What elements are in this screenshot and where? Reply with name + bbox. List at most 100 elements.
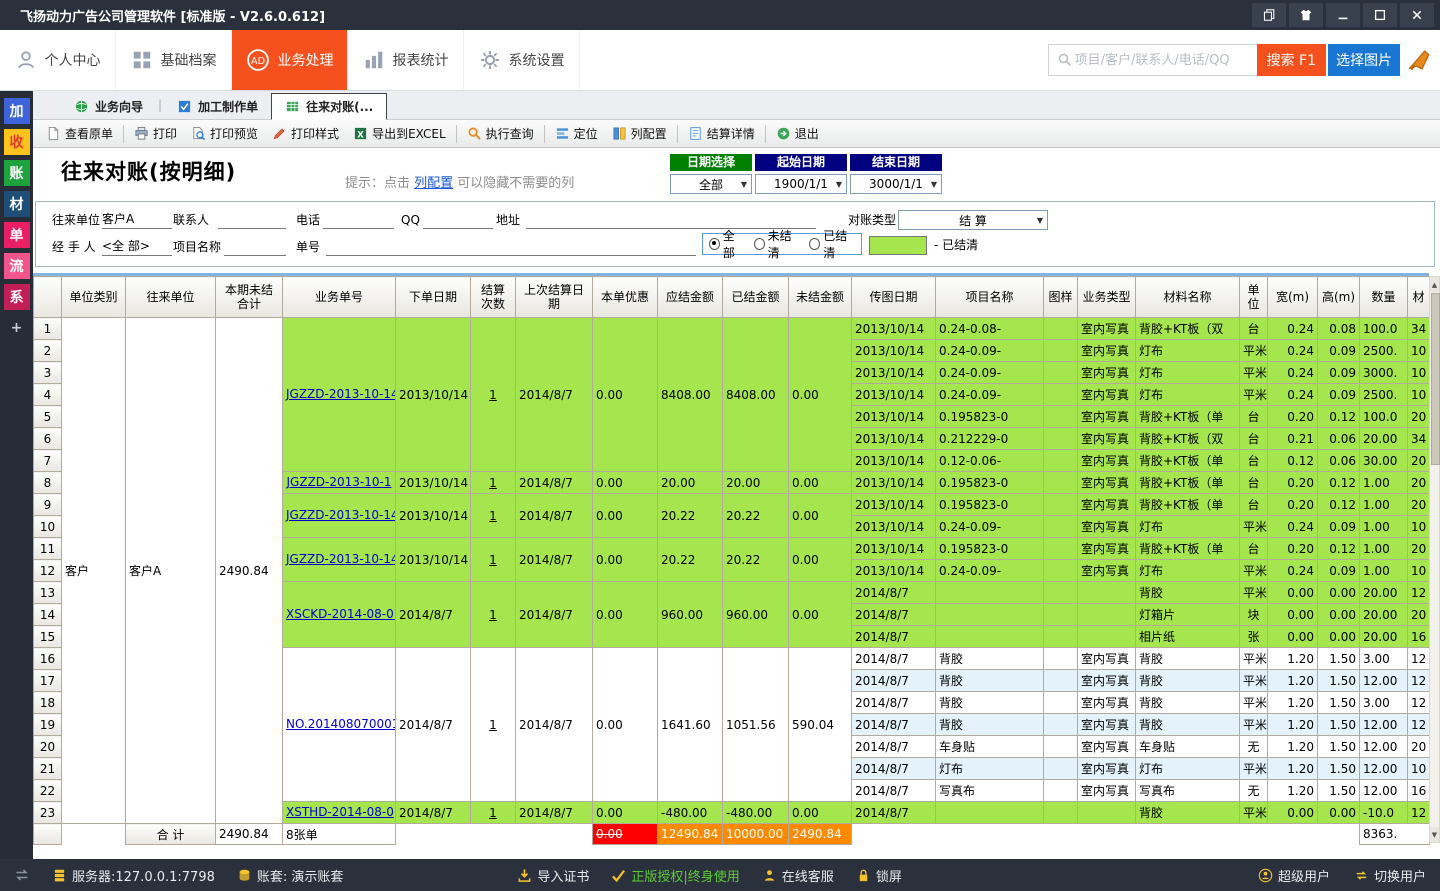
cell-order-no[interactable]: XSTHD-2014-08-0 <box>283 802 396 824</box>
cell-unit: 平米 <box>1240 362 1268 384</box>
pick-image-button[interactable]: 选择图片 <box>1328 44 1400 76</box>
radio-已结清[interactable]: 已结清 <box>809 227 855 261</box>
status-导入证书[interactable]: 导入证书 <box>517 866 589 885</box>
status-锁屏[interactable]: 锁屏 <box>856 866 902 885</box>
handler-field[interactable]: <全 部> <box>102 238 172 256</box>
nav-tab-个人中心[interactable]: 个人中心 <box>0 30 116 90</box>
cell-settle-times[interactable]: 1 <box>471 494 516 538</box>
order-no-link[interactable]: XSTHD-2014-08-0 <box>286 805 394 819</box>
cell-order-no[interactable]: NO.201408070001 <box>283 648 396 802</box>
toolbar-button-结算详情[interactable]: 结算详情 <box>681 122 762 146</box>
scroll-up-icon[interactable]: ▲ <box>1430 277 1439 292</box>
date-filter-select[interactable]: 3000/1/1▼ <box>850 174 942 194</box>
cell-settle-times[interactable]: 1 <box>471 538 516 582</box>
cell-order-no[interactable]: JGZZD-2013-10-14-008 <box>283 494 396 538</box>
nav-tab-业务处理[interactable]: AD业务处理 <box>232 30 348 90</box>
toolbar-button-打印[interactable]: 打印 <box>127 122 184 146</box>
sidebar-item-材[interactable]: 材 <box>4 191 30 217</box>
radio-未结清[interactable]: 未结清 <box>754 227 800 261</box>
cell-settle-times[interactable]: 1 <box>471 802 516 824</box>
skin-button[interactable] <box>1289 3 1323 27</box>
status-在线客服[interactable]: 在线客服 <box>762 866 834 885</box>
search-button[interactable]: 搜索 F1 <box>1257 44 1326 76</box>
company-field[interactable]: 客户A <box>102 211 172 229</box>
cell-project-name: 背胶 <box>936 692 1044 714</box>
sidebar-item-单[interactable]: 单 <box>4 222 30 248</box>
cell-discount: 0.00 <box>593 494 658 538</box>
toolbar-button-定位[interactable]: 定位 <box>548 122 605 146</box>
nav-tab-系统设置[interactable]: 系统设置 <box>464 30 580 90</box>
toolbar-button-打印预览[interactable]: 打印预览 <box>184 122 265 146</box>
sidebar-item-收[interactable]: 收 <box>4 129 30 155</box>
toolbar-button-label: 打印预览 <box>210 125 258 142</box>
cell-material: 灯布 <box>1136 516 1240 538</box>
cell-height: 1.50 <box>1318 736 1360 758</box>
sidebar-item-+[interactable]: + <box>4 315 30 341</box>
cell-settle-times[interactable]: 1 <box>471 472 516 494</box>
scroll-down-icon[interactable]: ▼ <box>1430 827 1439 842</box>
order-no-link[interactable]: JGZZD-2013-10-14-009 <box>286 552 396 566</box>
contact-label: 联系人 <box>173 211 209 229</box>
status-超级用户[interactable]: 超级用户 <box>1258 866 1330 885</box>
main-nav: 个人中心 基础档案 AD业务处理报表统计系统设置 搜索 F1 选择图片 <box>0 30 1440 91</box>
column-config-link[interactable]: 列配置 <box>414 176 453 191</box>
date-filter-select[interactable]: 1900/1/1▼ <box>755 174 847 194</box>
cell-height: 0.00 <box>1318 582 1360 604</box>
nav-tab-基础档案[interactable]: 基础档案 <box>116 30 232 90</box>
sidebar-item-账[interactable]: 账 <box>4 160 30 186</box>
status-服务器[interactable]: 服务器:127.0.0.1:7798 <box>52 866 215 885</box>
contact-field[interactable] <box>218 211 286 229</box>
cell-settle-times[interactable]: 1 <box>471 318 516 472</box>
order-no-link[interactable]: JGZZD-2013-10-14-004 <box>286 387 396 401</box>
cell-order-no[interactable]: JGZZD-2013-10-14-009 <box>283 538 396 582</box>
cell-material: 灯布 <box>1136 560 1240 582</box>
orderno-field[interactable] <box>326 238 696 256</box>
nav-tab-报表统计[interactable]: 报表统计 <box>348 30 464 90</box>
cell-settle-times[interactable]: 1 <box>471 648 516 802</box>
vertical-scrollbar[interactable]: ▲ ▼ <box>1429 276 1440 843</box>
order-no-link[interactable]: JGZZD-2013-10-14-008 <box>286 508 396 522</box>
close-button[interactable] <box>1400 3 1434 27</box>
status-账套[interactable]: 账套: 演示账套 <box>237 866 344 885</box>
qq-field[interactable] <box>423 211 493 229</box>
radio-全部[interactable]: 全部 <box>709 227 744 261</box>
toolbar-separator <box>677 125 678 143</box>
cell-last-settle-date: 2014/8/7 <box>516 582 593 648</box>
sidebar-item-流[interactable]: 流 <box>4 253 30 279</box>
order-no-link[interactable]: JGZZD-2013-10-1 <box>287 475 392 489</box>
search-input[interactable] <box>1073 52 1237 69</box>
minimize-button[interactable] <box>1326 3 1360 27</box>
cell-order-no[interactable]: JGZZD-2013-10-14-004 <box>283 318 396 472</box>
toolbar-button-列配置[interactable]: 列配置 <box>605 122 674 146</box>
status-正版授权|终身使用[interactable]: 正版授权|终身使用 <box>611 866 739 885</box>
date-filter-select[interactable]: 全部▼ <box>670 174 752 194</box>
maximize-button[interactable] <box>1363 3 1397 27</box>
nav-tab-label: 基础档案 <box>161 50 217 70</box>
order-no-link[interactable]: NO.201408070001 <box>286 717 396 731</box>
project-field[interactable] <box>224 238 286 256</box>
toolbar-button-执行查询[interactable]: 执行查询 <box>460 122 541 146</box>
copy-button[interactable] <box>1252 3 1286 27</box>
doc-tab-2[interactable]: 往来对账(... <box>271 93 387 120</box>
doc-tab-0[interactable]: 业务向导 <box>61 94 156 119</box>
toolbar-button-打印样式[interactable]: 打印样式 <box>265 122 346 146</box>
cell-order-no[interactable]: JGZZD-2013-10-1 <box>283 472 396 494</box>
toolbar-button-查看原单[interactable]: 查看原单 <box>39 122 120 146</box>
toolbar-button-退出[interactable]: 退出 <box>769 122 826 146</box>
cell-order-no[interactable]: XSCKD-2014-08-07-001 <box>283 582 396 648</box>
status-切换用户[interactable]: 切换用户 <box>1354 866 1426 885</box>
cell-settle-times[interactable]: 1 <box>471 582 516 648</box>
type-select-value: 结 算 <box>959 212 987 229</box>
cell-extra: 20 <box>1408 450 1430 472</box>
sidebar-item-系[interactable]: 系 <box>4 284 30 310</box>
table-row: 1客户客户A2490.84JGZZD-2013-10-14-0042013/10… <box>34 318 1430 340</box>
scrollbar-thumb[interactable] <box>1431 293 1440 465</box>
sidebar-item-加[interactable]: 加 <box>4 98 30 124</box>
column-header: 单位类别 <box>62 277 126 318</box>
horn-icon[interactable] <box>1406 47 1432 73</box>
order-no-link[interactable]: XSCKD-2014-08-07-001 <box>286 607 396 621</box>
phone-field[interactable] <box>323 211 394 229</box>
doc-tab-1[interactable]: 加工制作单 <box>164 94 271 119</box>
type-select[interactable]: 结 算 ▼ <box>898 210 1048 230</box>
toolbar-button-导出到EXCEL[interactable]: X导出到EXCEL <box>346 122 453 146</box>
